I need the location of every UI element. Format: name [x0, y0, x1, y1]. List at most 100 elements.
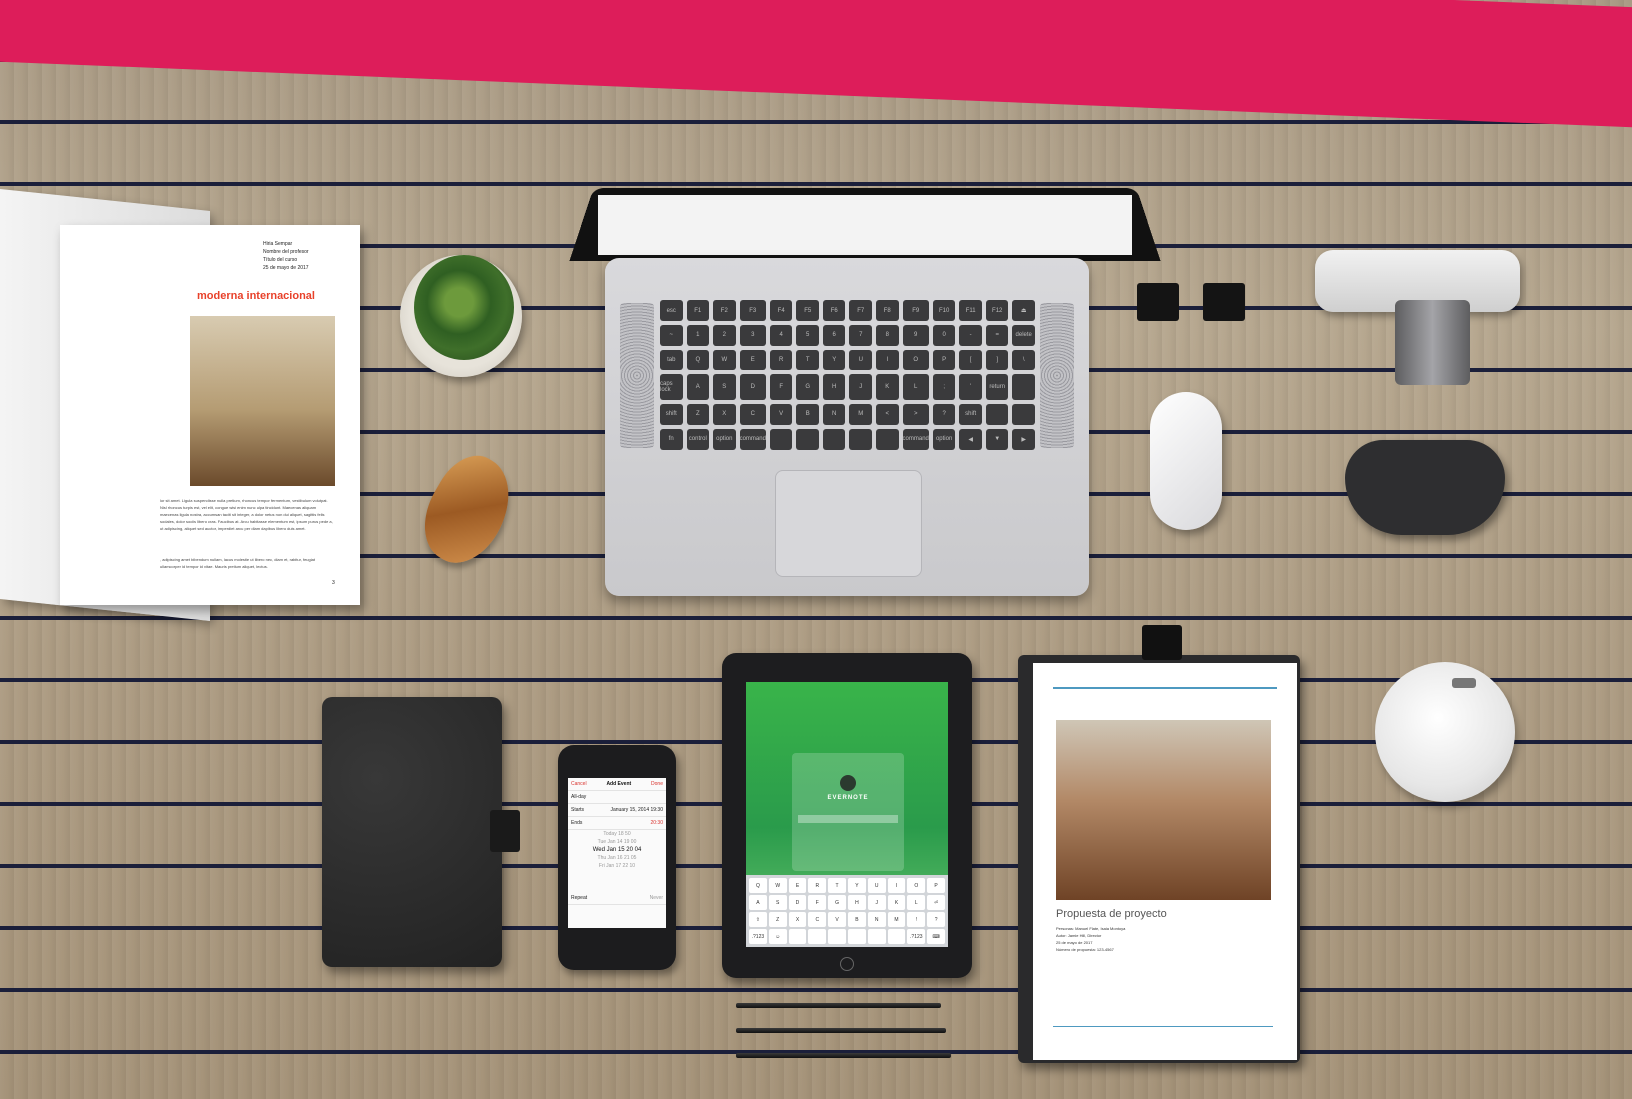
- magazine-body-text-2: , adipiscing amet bibendum nullam, lacus…: [160, 557, 315, 569]
- key: 6: [822, 325, 846, 346]
- magazine-meta: Hiria Sempar Nombre del profesor Título …: [263, 240, 343, 272]
- key: S: [713, 373, 736, 401]
- trackpad: [775, 470, 922, 577]
- clipboard-binder-clip: [1142, 625, 1182, 660]
- doc-meta-line: Personas: Manuel Flate, Isaia Montoya: [1056, 926, 1126, 931]
- key: F1: [686, 300, 710, 322]
- key: Z: [768, 912, 787, 927]
- magazine-meta-line: Nombre del profesor: [263, 249, 309, 255]
- key: ⏏: [1012, 300, 1035, 322]
- key: command: [739, 428, 766, 450]
- key: O: [902, 349, 929, 370]
- ipad-home-button: [840, 957, 854, 971]
- cancel-label: Cancel: [571, 781, 587, 787]
- leather-notebook: [322, 697, 502, 967]
- key: F3: [739, 300, 766, 322]
- key: G: [828, 895, 846, 910]
- key: X: [788, 912, 807, 927]
- key: F4: [769, 300, 793, 322]
- key: >: [902, 404, 929, 425]
- game-controller: [1345, 440, 1505, 535]
- key: 3: [739, 325, 766, 346]
- key: ◀: [959, 428, 982, 450]
- pencil: [736, 1003, 941, 1008]
- key: option: [932, 428, 956, 450]
- key: H: [822, 373, 846, 401]
- key: W: [768, 878, 787, 893]
- key: ▶: [1012, 428, 1035, 450]
- key: control: [686, 428, 710, 450]
- key: ;: [932, 373, 956, 401]
- key: F10: [932, 300, 956, 322]
- magazine-title: moderna internacional: [197, 290, 315, 302]
- key: P: [932, 349, 956, 370]
- key: Q: [749, 878, 767, 893]
- key: 8: [876, 325, 899, 346]
- row-label: Starts: [571, 807, 585, 813]
- key: .?123: [749, 929, 767, 944]
- key: B: [796, 404, 819, 425]
- key: ⏎: [927, 895, 945, 910]
- key: 1: [686, 325, 710, 346]
- key: F5: [796, 300, 819, 322]
- key: 2: [713, 325, 736, 346]
- key: F2: [713, 300, 736, 322]
- key: .?123: [907, 929, 926, 944]
- row-value: January 15, 2014 19:30: [610, 807, 663, 813]
- key: W: [713, 349, 736, 370]
- key: Y: [822, 349, 846, 370]
- left-speaker: [620, 303, 654, 448]
- key: F9: [902, 300, 929, 322]
- evernote-elephant-icon: [840, 775, 856, 791]
- key: F8: [876, 300, 899, 322]
- key: ]: [985, 349, 1009, 370]
- magazine-page-number: 3: [332, 580, 335, 586]
- key: Q: [686, 349, 710, 370]
- key: R: [808, 878, 827, 893]
- binder-clip: [1137, 283, 1179, 321]
- picker-row: Tue Jan 14 19 00: [597, 839, 637, 845]
- key: C: [739, 404, 766, 425]
- row-value: 20:30: [650, 820, 663, 826]
- iphone-row: Ends 20:30: [568, 817, 666, 830]
- iphone-row: All-day: [568, 791, 666, 804]
- repeat-row: Repeat Never: [568, 892, 666, 905]
- key: B: [847, 912, 866, 927]
- key: return: [985, 373, 1009, 401]
- key: ☺: [768, 929, 787, 944]
- key: F7: [849, 300, 873, 322]
- key: shift: [959, 404, 982, 425]
- key: delete: [1012, 325, 1035, 346]
- key: F6: [822, 300, 846, 322]
- key: U: [849, 349, 873, 370]
- key: A: [686, 373, 710, 401]
- key: F: [808, 895, 827, 910]
- magazine-meta-line: 25 de mayo de 2017: [263, 265, 309, 271]
- key: ~: [660, 325, 683, 346]
- key: Z: [686, 404, 710, 425]
- key: T: [796, 349, 819, 370]
- key: ▼: [985, 428, 1009, 450]
- key: ?: [932, 404, 956, 425]
- picker-row: Fri Jan 17 22 10: [598, 863, 636, 869]
- key: U: [867, 878, 886, 893]
- key: 0: [932, 325, 956, 346]
- iphone-screen: Cancel Add Event Done All-day Starts Jan…: [568, 778, 666, 928]
- key: command: [902, 428, 929, 450]
- key: R: [769, 349, 793, 370]
- key: 9: [902, 325, 929, 346]
- key: =: [985, 325, 1009, 346]
- project-proposal-document: Propuesta de proyecto Personas: Manuel F…: [1033, 663, 1297, 1060]
- email-field: [798, 815, 898, 823]
- key: H: [847, 895, 866, 910]
- iphone-header: Cancel Add Event Done: [568, 778, 666, 791]
- pencil: [736, 1028, 946, 1033]
- key: [867, 929, 886, 944]
- key: K: [876, 373, 899, 401]
- key: L: [902, 373, 929, 401]
- magic-mouse: [1150, 392, 1222, 530]
- picker-row: Today 18 50: [603, 831, 631, 837]
- pink-accent-band: [0, 0, 1632, 131]
- key: C: [808, 912, 827, 927]
- key: shift: [660, 404, 683, 425]
